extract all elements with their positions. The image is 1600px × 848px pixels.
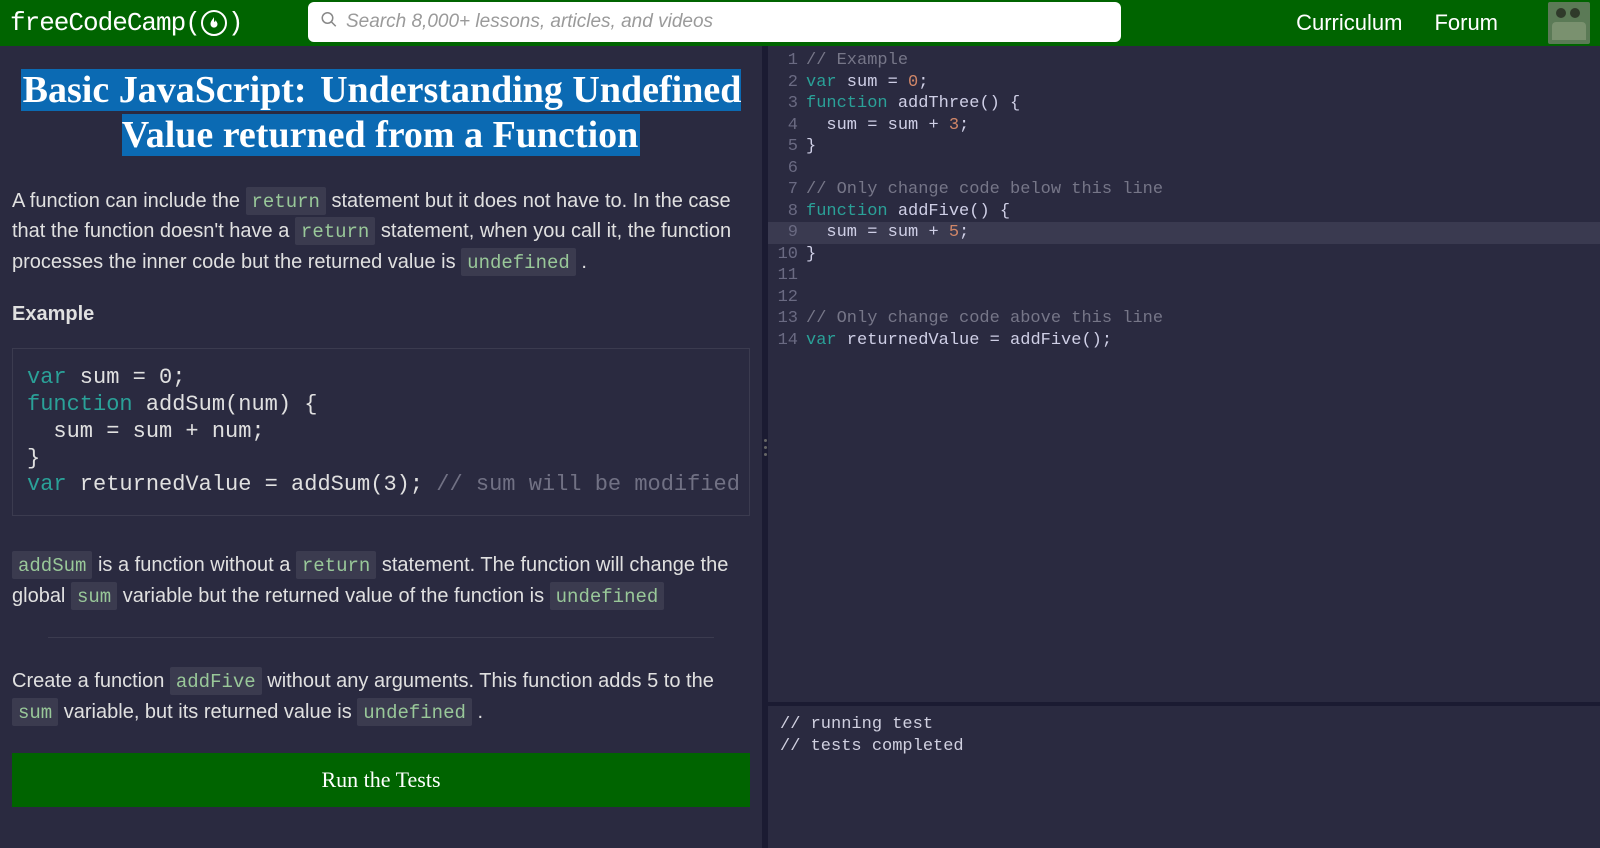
p3a: Create a function xyxy=(12,670,170,692)
code-return-2: return xyxy=(295,217,375,245)
code-addfive: addFive xyxy=(170,667,262,695)
code-line[interactable]: 4 sum = sum + 3; xyxy=(768,115,1600,137)
code-undefined-3: undefined xyxy=(357,698,472,726)
title-highlight-a: Basic JavaScript: xyxy=(21,69,318,111)
code-line[interactable]: 14var returnedValue = addFive(); xyxy=(768,330,1600,352)
console-line: // tests completed xyxy=(780,736,1588,758)
header-bar: freeCodeCamp ( ) Curriculum Forum xyxy=(0,0,1600,46)
header-nav: Curriculum Forum xyxy=(1296,2,1590,44)
code-line[interactable]: 2var sum = 0; xyxy=(768,72,1600,94)
flame-icon xyxy=(201,10,227,36)
code-undefined-2: undefined xyxy=(550,582,665,610)
nav-curriculum[interactable]: Curriculum xyxy=(1296,10,1402,36)
code-line[interactable]: 3function addThree() { xyxy=(768,93,1600,115)
line-number: 9 xyxy=(768,222,806,244)
line-number: 2 xyxy=(768,72,806,94)
code-sum-1: sum xyxy=(71,582,117,610)
code-sum-2: sum xyxy=(12,698,58,726)
line-number: 6 xyxy=(768,158,806,180)
nav-forum[interactable]: Forum xyxy=(1434,10,1498,36)
code-line[interactable]: 7// Only change code below this line xyxy=(768,179,1600,201)
code-undefined-1: undefined xyxy=(461,248,576,276)
code-return-1: return xyxy=(246,187,326,215)
run-tests-button[interactable]: Run the Tests xyxy=(12,753,750,807)
search-container xyxy=(308,2,1121,42)
p3end: . xyxy=(472,701,483,723)
avatar[interactable] xyxy=(1548,2,1590,44)
line-number: 12 xyxy=(768,287,806,309)
paragraph-2: addSum is a function without a return st… xyxy=(12,550,750,611)
brand-paren-close: ) xyxy=(228,8,243,38)
p3b: without any arguments. This function add… xyxy=(262,670,714,692)
p1end: . xyxy=(576,251,587,273)
search-icon xyxy=(320,11,338,34)
code-line[interactable]: 13// Only change code above this line xyxy=(768,308,1600,330)
instructions-panel[interactable]: Basic JavaScript: Understanding Undefine… xyxy=(0,46,762,848)
p2a: is a function without a xyxy=(92,554,295,576)
code-addsum: addSum xyxy=(12,551,92,579)
line-number: 11 xyxy=(768,265,806,287)
p2c: variable but the returned value of the f… xyxy=(117,585,550,607)
line-number: 13 xyxy=(768,308,806,330)
code-return-3: return xyxy=(296,551,376,579)
p1a: A function can include the xyxy=(12,190,246,212)
code-line[interactable]: 8function addFive() { xyxy=(768,201,1600,223)
line-number: 8 xyxy=(768,201,806,223)
code-line[interactable]: 10} xyxy=(768,244,1600,266)
lesson-title: Basic JavaScript: Understanding Undefine… xyxy=(12,68,750,158)
code-line[interactable]: 5} xyxy=(768,136,1600,158)
code-editor[interactable]: 1// Example2var sum = 0;3function addThr… xyxy=(768,46,1600,702)
line-number: 14 xyxy=(768,330,806,352)
p3c: variable, but its returned value is xyxy=(58,701,357,723)
paragraph-3: Create a function addFive without any ar… xyxy=(12,666,750,727)
example-code-block: var sum = 0; function addSum(num) { sum … xyxy=(12,348,750,516)
brand-text-a: freeCodeCamp xyxy=(10,8,185,38)
line-number: 1 xyxy=(768,50,806,72)
code-line[interactable]: 12 xyxy=(768,287,1600,309)
console-line: // running test xyxy=(780,714,1588,736)
main-split: Basic JavaScript: Understanding Undefine… xyxy=(0,46,1600,848)
example-header: Example xyxy=(12,303,750,326)
brand-paren-open: ( xyxy=(185,8,200,38)
console-output[interactable]: // running test// tests completed xyxy=(768,702,1600,848)
line-number: 7 xyxy=(768,179,806,201)
search-input[interactable] xyxy=(308,2,1121,42)
code-line[interactable]: 6 xyxy=(768,158,1600,180)
editor-panel: 1// Example2var sum = 0;3function addThr… xyxy=(768,46,1600,848)
code-line[interactable]: 9 sum = sum + 5; xyxy=(768,222,1600,244)
code-line[interactable]: 11 xyxy=(768,265,1600,287)
line-number: 3 xyxy=(768,93,806,115)
line-number: 5 xyxy=(768,136,806,158)
brand-logo[interactable]: freeCodeCamp ( ) xyxy=(10,8,242,38)
code-line[interactable]: 1// Example xyxy=(768,50,1600,72)
paragraph-1: A function can include the return statem… xyxy=(12,186,750,278)
instructions-divider xyxy=(48,637,714,638)
line-number: 4 xyxy=(768,115,806,137)
line-number: 10 xyxy=(768,244,806,266)
